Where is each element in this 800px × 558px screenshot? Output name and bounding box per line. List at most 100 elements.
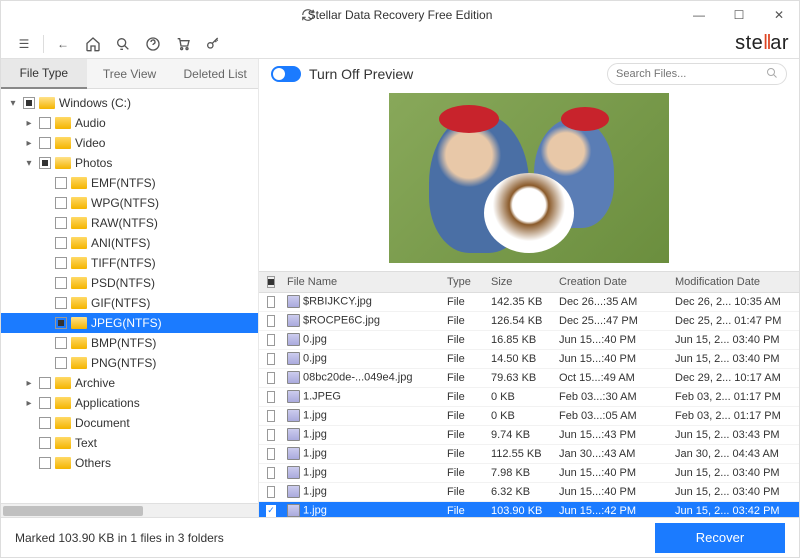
tree-checkbox[interactable] <box>55 357 67 369</box>
tab-deleted-list[interactable]: Deleted List <box>172 59 258 89</box>
search-icon[interactable] <box>766 67 778 82</box>
tree-checkbox[interactable] <box>39 157 51 169</box>
cart-icon[interactable] <box>170 31 196 57</box>
col-file-name[interactable]: File Name <box>283 276 443 288</box>
tree-checkbox[interactable] <box>39 417 51 429</box>
row-checkbox[interactable] <box>267 486 275 498</box>
tree-checkbox[interactable] <box>55 337 67 349</box>
tree-item[interactable]: WPG(NTFS) <box>1 193 258 213</box>
table-row[interactable]: 1.jpgFile6.32 KBJun 15...:40 PMJun 15, 2… <box>259 483 799 502</box>
tree-item[interactable]: ▾Windows (C:) <box>1 93 258 113</box>
table-row[interactable]: $RBIJKCY.jpgFile142.35 KBDec 26...:35 AM… <box>259 293 799 312</box>
tree-item[interactable]: PSD(NTFS) <box>1 273 258 293</box>
row-checkbox[interactable] <box>267 391 275 403</box>
preview-toggle[interactable] <box>271 66 301 82</box>
preview-image-area <box>259 89 799 271</box>
tree-checkbox[interactable] <box>39 137 51 149</box>
minimize-button[interactable]: — <box>679 1 719 29</box>
expander-icon[interactable]: ▾ <box>7 98 19 109</box>
table-row[interactable]: 1.jpgFile7.98 KBJun 15...:40 PMJun 15, 2… <box>259 464 799 483</box>
col-creation-date[interactable]: Creation Date <box>555 276 671 288</box>
table-row[interactable]: 0.jpgFile14.50 KBJun 15...:40 PMJun 15, … <box>259 350 799 369</box>
recover-button[interactable]: Recover <box>655 523 785 553</box>
table-row[interactable]: 1.JPEGFile0 KBFeb 03...:30 AMFeb 03, 2..… <box>259 388 799 407</box>
tree-checkbox[interactable] <box>55 177 67 189</box>
tree-checkbox[interactable] <box>39 437 51 449</box>
tree-item[interactable]: PNG(NTFS) <box>1 353 258 373</box>
tree-checkbox[interactable] <box>55 277 67 289</box>
row-checkbox[interactable] <box>267 296 275 308</box>
back-icon[interactable]: ← <box>50 31 76 57</box>
expander-icon[interactable]: ▸ <box>23 398 35 409</box>
file-icon <box>287 504 300 517</box>
tree-checkbox[interactable] <box>55 297 67 309</box>
tree-item[interactable]: Others <box>1 453 258 473</box>
tree-item[interactable]: ▾Photos <box>1 153 258 173</box>
tree-item[interactable]: Document <box>1 413 258 433</box>
tree-checkbox[interactable] <box>55 197 67 209</box>
row-checkbox[interactable] <box>267 372 275 384</box>
col-modification-date[interactable]: Modification Date <box>671 276 799 288</box>
table-row[interactable]: 1.jpgFile0 KBFeb 03...:05 AMFeb 03, 2...… <box>259 407 799 426</box>
maximize-button[interactable]: ☐ <box>719 1 759 29</box>
tree-item-label: Document <box>75 416 130 430</box>
tree-checkbox[interactable] <box>39 377 51 389</box>
col-type[interactable]: Type <box>443 276 487 288</box>
expander-icon[interactable]: ▸ <box>23 118 35 129</box>
tree-item[interactable]: ▸Archive <box>1 373 258 393</box>
file-table-body[interactable]: $RBIJKCY.jpgFile142.35 KBDec 26...:35 AM… <box>259 293 799 517</box>
menu-icon[interactable]: ☰ <box>11 31 37 57</box>
tree-item[interactable]: GIF(NTFS) <box>1 293 258 313</box>
close-button[interactable]: ✕ <box>759 1 799 29</box>
row-checkbox[interactable] <box>267 410 275 422</box>
horizontal-scrollbar[interactable] <box>1 503 258 517</box>
key-icon[interactable] <box>200 31 226 57</box>
expander-icon[interactable]: ▸ <box>23 138 35 149</box>
tree-item[interactable]: EMF(NTFS) <box>1 173 258 193</box>
row-checkbox[interactable] <box>267 429 275 441</box>
table-row[interactable]: 08bc20de-...049e4.jpgFile79.63 KBOct 15.… <box>259 369 799 388</box>
select-all-checkbox[interactable] <box>267 276 275 288</box>
row-checkbox[interactable] <box>267 467 275 479</box>
cell-file-name: 0.jpg <box>283 333 443 346</box>
row-checkbox[interactable] <box>267 353 275 365</box>
tree-checkbox[interactable] <box>39 397 51 409</box>
expander-icon[interactable]: ▾ <box>23 158 35 169</box>
tab-file-type[interactable]: File Type <box>1 59 87 89</box>
tab-tree-view[interactable]: Tree View <box>87 59 173 89</box>
tree-item[interactable]: ANI(NTFS) <box>1 233 258 253</box>
cell-type: File <box>443 448 487 460</box>
tree-checkbox[interactable] <box>23 97 35 109</box>
table-row[interactable]: $ROCPE6C.jpgFile126.54 KBDec 25...:47 PM… <box>259 312 799 331</box>
col-size[interactable]: Size <box>487 276 555 288</box>
tree-checkbox[interactable] <box>55 257 67 269</box>
table-row[interactable]: 1.jpgFile103.90 KBJun 15...:42 PMJun 15,… <box>259 502 799 517</box>
tree-item[interactable]: TIFF(NTFS) <box>1 253 258 273</box>
search-input[interactable] <box>616 68 766 80</box>
row-checkbox[interactable] <box>267 334 275 346</box>
row-checkbox[interactable] <box>267 448 275 460</box>
tree-item[interactable]: ▸Audio <box>1 113 258 133</box>
tree-item[interactable]: RAW(NTFS) <box>1 213 258 233</box>
folder-tree[interactable]: ▾Windows (C:)▸Audio▸Video▾PhotosEMF(NTFS… <box>1 89 258 503</box>
table-row[interactable]: 1.jpgFile9.74 KBJun 15...:43 PMJun 15, 2… <box>259 426 799 445</box>
tree-checkbox[interactable] <box>55 317 67 329</box>
tree-item[interactable]: BMP(NTFS) <box>1 333 258 353</box>
tree-item[interactable]: JPEG(NTFS) <box>1 313 258 333</box>
scan-icon[interactable] <box>110 31 136 57</box>
tree-checkbox[interactable] <box>55 217 67 229</box>
table-row[interactable]: 0.jpgFile16.85 KBJun 15...:40 PMJun 15, … <box>259 331 799 350</box>
tree-checkbox[interactable] <box>55 237 67 249</box>
tree-item[interactable]: ▸Applications <box>1 393 258 413</box>
home-icon[interactable] <box>80 31 106 57</box>
tree-item[interactable]: ▸Video <box>1 133 258 153</box>
row-checkbox[interactable] <box>267 315 275 327</box>
search-box[interactable] <box>607 63 787 85</box>
expander-icon[interactable]: ▸ <box>23 378 35 389</box>
table-row[interactable]: 1.jpgFile112.55 KBJan 30...:43 AMJan 30,… <box>259 445 799 464</box>
help-icon[interactable] <box>140 31 166 57</box>
row-checkbox[interactable] <box>266 505 276 517</box>
tree-item[interactable]: Text <box>1 433 258 453</box>
tree-checkbox[interactable] <box>39 117 51 129</box>
tree-checkbox[interactable] <box>39 457 51 469</box>
